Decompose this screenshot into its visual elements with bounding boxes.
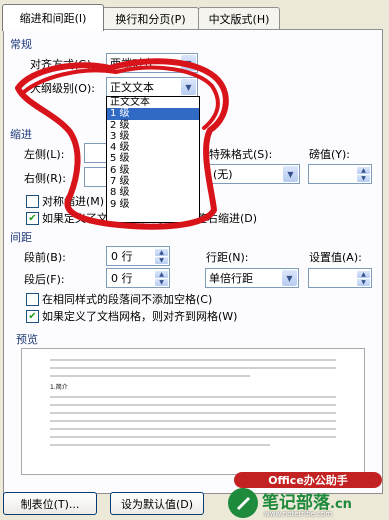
line-spacing-label: 行距(N): [206,251,249,264]
snap-grid-checkbox[interactable]: ✔ [26,310,39,323]
at-input[interactable]: ▲ ▼ [308,268,372,288]
watermark-url: www.notetribe.com [264,510,333,518]
tab-line-page-breaks[interactable]: 换行和分页(P) [102,7,199,29]
line-spacing-select[interactable]: 单倍行距 ▼ [205,268,299,288]
watermark: Office办公助手 笔记部落.cn www.notetribe.com [228,472,388,520]
alignment-select[interactable]: 两端对齐 ▼ [106,53,198,73]
spin-arrows[interactable]: ▲ ▼ [155,270,168,286]
watermark-brand: Office办公助手 [234,472,382,488]
spin-arrows[interactable]: ▲ ▼ [155,248,168,264]
chevron-down-icon: ▼ [181,55,196,71]
arrow-up-icon: ▲ [357,166,370,174]
tabs-button[interactable]: 制表位(T)... [3,492,97,515]
tab-bar: 缩进和间距(I) 换行和分页(P) 中文版式(H) [0,0,389,31]
space-after-input[interactable]: 0 行 ▲ ▼ [106,268,170,288]
auto-adjust-checkbox[interactable]: ✔ [26,212,39,225]
outline-dropdown-list: 正文文本 1 级 2 级 3 级 4 级 5 级 6 级 7 级 8 级 9 级 [106,96,200,223]
general-section-title: 常规 [10,38,32,51]
no-space-checkbox[interactable] [26,293,39,306]
watermark-domain: .cn [330,497,352,512]
outline-option[interactable]: 1 级 [107,108,199,120]
outline-option[interactable]: 8 级 [107,187,199,198]
at-label: 设置值(A): [309,251,362,264]
measure-input[interactable]: ▲ ▼ [308,164,372,184]
spin-arrows[interactable]: ▲ ▼ [357,270,370,286]
preview-sample-heading: 1.简介 [50,384,68,391]
chevron-down-icon: ▼ [283,166,298,182]
preview-box: 1.简介 [21,348,365,475]
spin-arrows[interactable]: ▲ ▼ [357,166,370,182]
arrow-up-icon: ▲ [357,270,370,278]
line-spacing-value: 单倍行距 [209,272,253,285]
chevron-down-icon: ▼ [282,270,297,286]
space-before-value: 0 行 [111,250,133,263]
outline-option[interactable]: 2 级 [107,120,199,131]
outline-label: 大纲级别(O): [30,82,95,95]
arrow-down-icon: ▼ [357,174,370,182]
measure-label: 磅值(Y): [309,148,351,161]
space-after-label: 段后(F): [24,273,65,286]
space-before-input[interactable]: 0 行 ▲ ▼ [106,246,170,266]
outline-value: 正文文本 [110,81,154,94]
indent-section-title: 缩进 [10,128,32,141]
arrow-down-icon: ▼ [155,278,168,286]
arrow-down-icon: ▼ [357,278,370,286]
outline-option[interactable]: 9 级 [107,199,199,210]
set-default-button[interactable]: 设为默认值(D) [110,492,204,515]
left-indent-input[interactable] [84,143,108,163]
check-icon: ✔ [28,310,37,322]
outline-option[interactable]: 7 级 [107,176,199,187]
outline-option[interactable]: 5 级 [107,153,199,164]
special-format-value: (无) [213,168,233,181]
right-indent-input[interactable] [84,167,108,187]
alignment-label: 对齐方式(G): [30,58,95,71]
arrow-up-icon: ▲ [155,270,168,278]
tab-indent-spacing[interactable]: 缩进和间距(I) [2,4,104,31]
check-icon: ✔ [28,212,37,224]
alignment-value: 两端对齐 [110,57,154,70]
symmetric-indent-checkbox[interactable] [26,195,39,208]
space-after-value: 0 行 [111,272,133,285]
outline-select[interactable]: 正文文本 ▼ [106,77,198,97]
outline-option[interactable]: 正文文本 [107,97,199,108]
space-before-label: 段前(B): [24,251,66,264]
arrow-down-icon: ▼ [155,256,168,264]
no-space-label: 在相同样式的段落间不添加空格(C) [42,293,213,306]
chevron-down-icon: ▼ [181,79,196,95]
spacing-section-title: 间距 [10,231,32,244]
preview-section-title: 预览 [16,333,38,346]
special-format-label: 特殊格式(S): [209,148,273,161]
outline-option[interactable]: 4 级 [107,142,199,153]
arrow-up-icon: ▲ [155,248,168,256]
left-indent-label: 左侧(L): [24,148,65,161]
outline-option[interactable]: 6 级 [107,165,199,176]
pencil-logo-icon [228,488,258,518]
outline-option[interactable]: 3 级 [107,131,199,142]
snap-grid-label: 如果定义了文档网格，则对齐到网格(W) [42,310,238,323]
tab-asian-typography[interactable]: 中文版式(H) [198,7,280,29]
symmetric-indent-label: 对称缩进(M) [42,195,105,208]
special-format-select[interactable]: (无) ▼ [209,164,300,184]
right-indent-label: 右侧(R): [24,172,66,185]
